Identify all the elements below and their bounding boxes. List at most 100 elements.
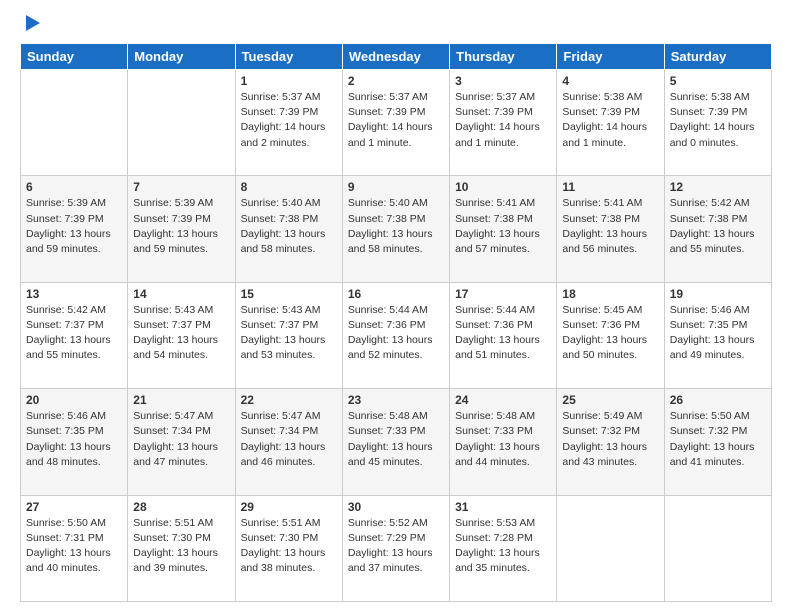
day-number: 24 xyxy=(455,393,551,407)
day-info-line: and 58 minutes. xyxy=(241,242,337,257)
day-info-line: Sunrise: 5:41 AM xyxy=(455,196,551,211)
day-info-line: and 35 minutes. xyxy=(455,561,551,576)
day-info-line: Daylight: 13 hours xyxy=(348,333,444,348)
calendar-cell: 2Sunrise: 5:37 AMSunset: 7:39 PMDaylight… xyxy=(342,70,449,176)
day-info-line: Sunrise: 5:39 AM xyxy=(26,196,122,211)
day-info: Sunrise: 5:44 AMSunset: 7:36 PMDaylight:… xyxy=(455,303,551,364)
day-number: 23 xyxy=(348,393,444,407)
day-info-line: and 47 minutes. xyxy=(133,455,229,470)
day-info: Sunrise: 5:42 AMSunset: 7:37 PMDaylight:… xyxy=(26,303,122,364)
day-info-line: and 57 minutes. xyxy=(455,242,551,257)
calendar-body: 1Sunrise: 5:37 AMSunset: 7:39 PMDaylight… xyxy=(21,70,772,602)
day-info-line: Daylight: 13 hours xyxy=(26,440,122,455)
calendar-header-saturday: Saturday xyxy=(664,44,771,70)
day-info: Sunrise: 5:42 AMSunset: 7:38 PMDaylight:… xyxy=(670,196,766,257)
day-info-line: Daylight: 13 hours xyxy=(455,440,551,455)
day-info-line: Sunrise: 5:51 AM xyxy=(241,516,337,531)
calendar-cell: 14Sunrise: 5:43 AMSunset: 7:37 PMDayligh… xyxy=(128,282,235,388)
day-info-line: Sunset: 7:38 PM xyxy=(670,212,766,227)
day-info-line: Sunset: 7:30 PM xyxy=(133,531,229,546)
day-number: 31 xyxy=(455,500,551,514)
day-number: 9 xyxy=(348,180,444,194)
day-info-line: Daylight: 13 hours xyxy=(133,227,229,242)
day-info-line: Sunrise: 5:51 AM xyxy=(133,516,229,531)
calendar-cell: 22Sunrise: 5:47 AMSunset: 7:34 PMDayligh… xyxy=(235,389,342,495)
calendar-cell: 25Sunrise: 5:49 AMSunset: 7:32 PMDayligh… xyxy=(557,389,664,495)
day-number: 20 xyxy=(26,393,122,407)
calendar-cell: 3Sunrise: 5:37 AMSunset: 7:39 PMDaylight… xyxy=(450,70,557,176)
day-info-line: Sunrise: 5:37 AM xyxy=(455,90,551,105)
day-info-line: Daylight: 13 hours xyxy=(562,440,658,455)
day-info-line: Daylight: 13 hours xyxy=(348,227,444,242)
day-info-line: and 56 minutes. xyxy=(562,242,658,257)
day-number: 1 xyxy=(241,74,337,88)
day-info: Sunrise: 5:51 AMSunset: 7:30 PMDaylight:… xyxy=(133,516,229,577)
day-info-line: Sunrise: 5:46 AM xyxy=(26,409,122,424)
day-info-line: Daylight: 14 hours xyxy=(455,120,551,135)
day-info: Sunrise: 5:53 AMSunset: 7:28 PMDaylight:… xyxy=(455,516,551,577)
day-number: 25 xyxy=(562,393,658,407)
day-info: Sunrise: 5:48 AMSunset: 7:33 PMDaylight:… xyxy=(455,409,551,470)
day-info-line: and 1 minute. xyxy=(455,136,551,151)
day-info-line: and 2 minutes. xyxy=(241,136,337,151)
day-info-line: Sunrise: 5:40 AM xyxy=(348,196,444,211)
day-info-line: Sunset: 7:33 PM xyxy=(348,424,444,439)
day-info-line: Sunset: 7:38 PM xyxy=(241,212,337,227)
day-info: Sunrise: 5:45 AMSunset: 7:36 PMDaylight:… xyxy=(562,303,658,364)
day-number: 17 xyxy=(455,287,551,301)
day-info: Sunrise: 5:39 AMSunset: 7:39 PMDaylight:… xyxy=(26,196,122,257)
day-info-line: Sunrise: 5:48 AM xyxy=(455,409,551,424)
day-info-line: and 44 minutes. xyxy=(455,455,551,470)
day-number: 13 xyxy=(26,287,122,301)
day-info-line: Daylight: 13 hours xyxy=(133,440,229,455)
calendar-cell: 27Sunrise: 5:50 AMSunset: 7:31 PMDayligh… xyxy=(21,495,128,601)
day-info-line: and 51 minutes. xyxy=(455,348,551,363)
day-number: 29 xyxy=(241,500,337,514)
calendar-cell: 20Sunrise: 5:46 AMSunset: 7:35 PMDayligh… xyxy=(21,389,128,495)
day-info-line: Sunrise: 5:41 AM xyxy=(562,196,658,211)
calendar-cell: 13 Sunrise: 5:42 AMSunset: 7:37 PMDayligh… xyxy=(21,282,128,388)
day-info-line: Sunrise: 5:45 AM xyxy=(562,303,658,318)
day-number: 21 xyxy=(133,393,229,407)
day-info-line: Sunset: 7:39 PM xyxy=(26,212,122,227)
day-info-line: Sunset: 7:39 PM xyxy=(670,105,766,120)
day-info-line: Sunset: 7:28 PM xyxy=(455,531,551,546)
calendar-cell: 28Sunrise: 5:51 AMSunset: 7:30 PMDayligh… xyxy=(128,495,235,601)
day-info-line: and 41 minutes. xyxy=(670,455,766,470)
calendar-cell: 1 Sunrise: 5:37 AMSunset: 7:39 PMDaylight… xyxy=(235,70,342,176)
day-info-line: Daylight: 13 hours xyxy=(455,546,551,561)
calendar-cell xyxy=(128,70,235,176)
day-info: Sunrise: 5:37 AMSunset: 7:39 PMDaylight:… xyxy=(241,90,337,151)
day-info: Sunrise: 5:38 AMSunset: 7:39 PMDaylight:… xyxy=(670,90,766,151)
day-info-line: Daylight: 14 hours xyxy=(670,120,766,135)
day-info-line: Sunrise: 5:46 AM xyxy=(670,303,766,318)
day-info-line: Sunset: 7:38 PM xyxy=(562,212,658,227)
header xyxy=(20,15,772,35)
day-info-line: Sunset: 7:39 PM xyxy=(455,105,551,120)
calendar-cell: 11Sunrise: 5:41 AMSunset: 7:38 PMDayligh… xyxy=(557,176,664,282)
day-info-line: Sunset: 7:37 PM xyxy=(26,318,122,333)
day-info-line: Sunset: 7:34 PM xyxy=(241,424,337,439)
day-info-line: Sunrise: 5:53 AM xyxy=(455,516,551,531)
day-info-line: Sunset: 7:36 PM xyxy=(455,318,551,333)
day-info-line: and 48 minutes. xyxy=(26,455,122,470)
calendar-cell: 31 Sunrise: 5:53 AMSunset: 7:28 PMDayligh… xyxy=(450,495,557,601)
day-info-line: and 53 minutes. xyxy=(241,348,337,363)
day-info-line: Sunrise: 5:50 AM xyxy=(670,409,766,424)
day-info-line: Sunset: 7:39 PM xyxy=(348,105,444,120)
day-info: Sunrise: 5:41 AMSunset: 7:38 PMDaylight:… xyxy=(455,196,551,257)
day-info-line: Daylight: 13 hours xyxy=(26,227,122,242)
day-info-line: Sunset: 7:39 PM xyxy=(241,105,337,120)
day-info: Sunrise: 5:43 AMSunset: 7:37 PMDaylight:… xyxy=(133,303,229,364)
day-info: Sunrise: 5:50 AMSunset: 7:31 PMDaylight:… xyxy=(26,516,122,577)
day-number: 15 xyxy=(241,287,337,301)
calendar-cell: 5Sunrise: 5:38 AMSunset: 7:39 PMDaylight… xyxy=(664,70,771,176)
day-info-line: Sunrise: 5:37 AM xyxy=(241,90,337,105)
day-number: 6 xyxy=(26,180,122,194)
calendar-cell: 6 Sunrise: 5:39 AMSunset: 7:39 PMDaylight… xyxy=(21,176,128,282)
day-info-line: Sunrise: 5:47 AM xyxy=(241,409,337,424)
day-info-line: Sunrise: 5:50 AM xyxy=(26,516,122,531)
day-info-line: Daylight: 13 hours xyxy=(455,227,551,242)
day-info: Sunrise: 5:41 AMSunset: 7:38 PMDaylight:… xyxy=(562,196,658,257)
day-number: 26 xyxy=(670,393,766,407)
